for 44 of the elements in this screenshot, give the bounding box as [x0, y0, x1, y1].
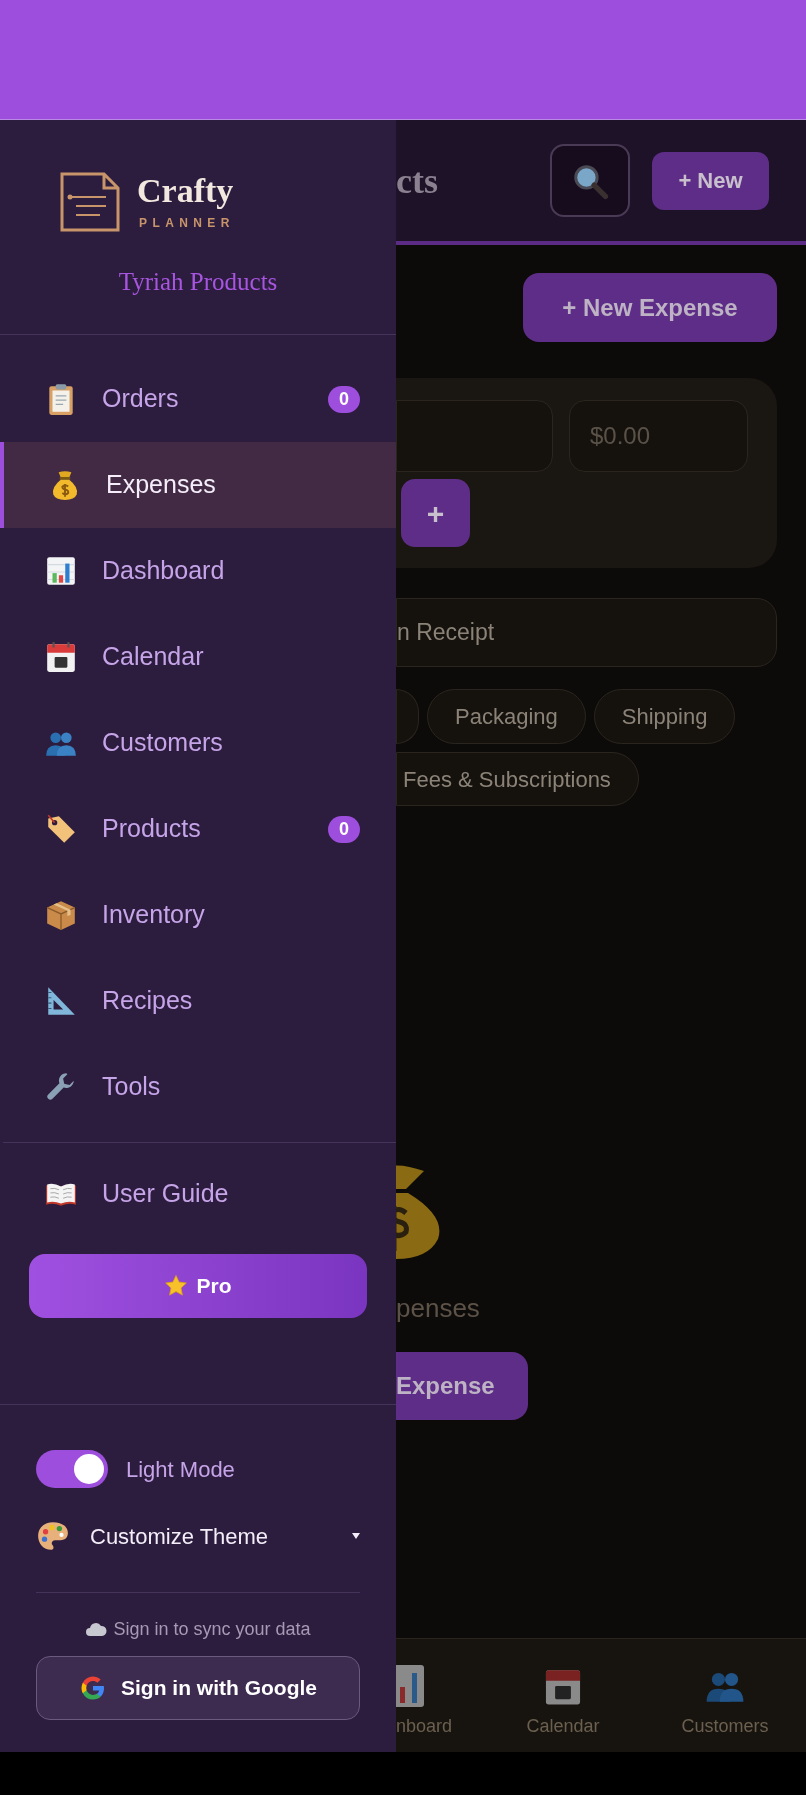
logo-subtitle: PLANNER — [139, 215, 235, 232]
amount-field[interactable]: $0.00 — [569, 400, 748, 472]
menu-item[interactable]: Dashboard — [0, 528, 396, 614]
add-button[interactable]: + — [401, 479, 470, 547]
bar-chart-icon — [44, 554, 78, 588]
menu-item[interactable]: Expenses — [0, 442, 396, 528]
menu-item[interactable]: Customers — [0, 700, 396, 786]
count-badge: 0 — [328, 815, 360, 843]
scan-receipt-button[interactable]: n Receipt — [396, 598, 777, 667]
google-sign-in-button[interactable]: Sign in with Google — [36, 1656, 360, 1720]
category-chip[interactable]: Packaging — [427, 689, 586, 744]
sync-text: Sign in to sync your data — [113, 1618, 311, 1641]
toggle-label: Light Mode — [126, 1455, 235, 1484]
menu-item[interactable]: Calendar — [0, 614, 396, 700]
toggle-switch[interactable] — [36, 1450, 108, 1488]
business-name: Tyriah Products — [118, 268, 278, 295]
pro-button[interactable]: Pro — [29, 1254, 367, 1318]
menu-item[interactable]: Products 0 — [0, 786, 396, 872]
new-button[interactable]: + New — [652, 151, 769, 210]
box-icon — [44, 898, 78, 932]
category-chip[interactable]: Fees & Subscriptions — [396, 752, 639, 806]
palette-icon — [36, 1519, 70, 1553]
document-icon — [60, 172, 120, 232]
category-chip[interactable]: Shipping — [593, 689, 736, 744]
menu-item[interactable]: Inventory — [0, 872, 396, 958]
empty-state-text: penses — [396, 1292, 481, 1325]
logo-title: Crafty — [137, 172, 235, 210]
menu-item[interactable]: Orders 0 — [0, 356, 396, 442]
google-icon — [79, 1674, 107, 1702]
search-button[interactable] — [550, 144, 630, 217]
menu-item[interactable]: Tools — [0, 1044, 396, 1130]
menu-item[interactable]: Recipes — [0, 958, 396, 1044]
add-expense-button[interactable]: Expense — [396, 1352, 528, 1420]
customize-theme-label: Customize Theme — [90, 1522, 270, 1551]
input-field[interactable] — [396, 400, 553, 472]
customize-theme-row[interactable]: Customize Theme — [36, 1518, 360, 1554]
star-icon — [164, 1274, 189, 1298]
calendar-icon — [44, 640, 78, 674]
menu-item[interactable]: User Guide — [0, 1151, 396, 1237]
new-expense-button[interactable]: + New Expense — [523, 273, 777, 342]
cloud-icon — [85, 1621, 108, 1637]
count-badge: 0 — [328, 385, 360, 413]
bar-chart-icon — [396, 1665, 424, 1707]
page-title: cts — [396, 162, 438, 199]
